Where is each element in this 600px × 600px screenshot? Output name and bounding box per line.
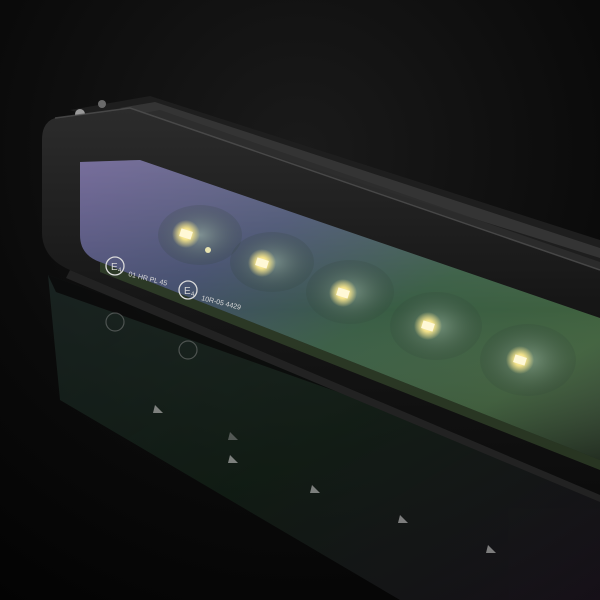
led-5 — [506, 346, 534, 374]
led-2 — [248, 249, 276, 277]
led-1 — [172, 220, 200, 248]
mark-2-symbol: E — [184, 286, 191, 297]
screw-icon — [98, 100, 106, 108]
led-4 — [414, 312, 442, 340]
sensor-dot — [205, 247, 211, 253]
light-bar-photo: E 4 01 HR PL 45 E 4 10R-05 4429 — [0, 0, 600, 600]
mark-1-symbol: E — [111, 262, 118, 273]
led-3 — [329, 279, 357, 307]
photo-canvas: E 4 01 HR PL 45 E 4 10R-05 4429 — [0, 0, 600, 600]
